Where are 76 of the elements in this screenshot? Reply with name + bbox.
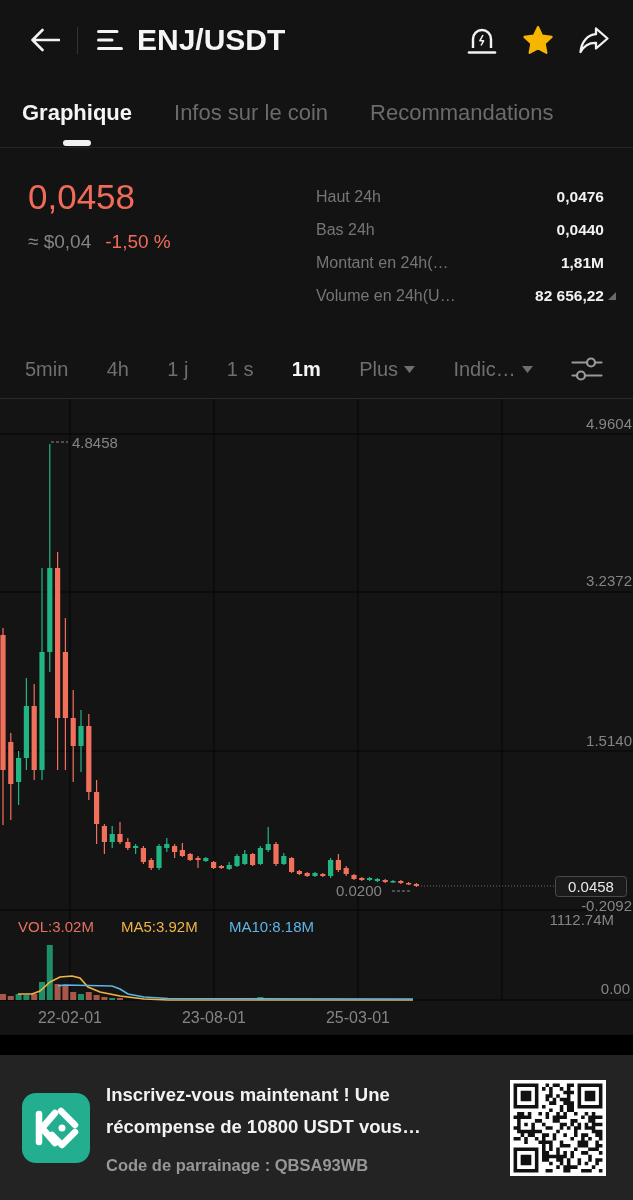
volume-legend-label: MA5:3.92M — [121, 918, 198, 935]
promo-headline: Inscrivez-vous maintenant ! Une récompense de 10800 USDT vous… — [106, 1082, 422, 1139]
low-price-label: 0.0200 — [336, 882, 382, 899]
candle — [195, 855, 201, 869]
stat-label: Bas 24h — [316, 220, 376, 239]
candle — [281, 852, 287, 866]
leader-line — [391, 890, 413, 892]
candle — [187, 852, 193, 862]
caret-icon — [521, 365, 533, 373]
candle — [203, 856, 209, 863]
interval-tab[interactable]: 1 j — [167, 357, 189, 381]
candle — [351, 873, 357, 881]
stat-label: Volume en 24h(U… — [316, 286, 457, 305]
stat-value: 0,0440 — [556, 220, 604, 239]
volume-legend-label: MA10:8.18M — [229, 918, 315, 935]
candle — [164, 837, 170, 853]
candle — [117, 821, 123, 845]
candle — [78, 709, 84, 773]
pair-title: ENJ/USDT — [137, 23, 286, 57]
candle — [359, 876, 365, 882]
candle — [242, 849, 248, 866]
candle — [312, 871, 318, 878]
settings-icon[interactable] — [571, 356, 603, 382]
high-price-label: 4.8458 — [72, 434, 118, 451]
price-axis-label: 3.2372 — [586, 572, 632, 589]
price-change: -1,50 % — [105, 232, 171, 252]
last-price-badge: 0.0458 — [555, 876, 627, 897]
candle — [398, 879, 404, 885]
price-axis-label: 4.9604 — [586, 415, 632, 432]
volume-axis-label: 1112.74M — [549, 911, 614, 928]
candle — [156, 843, 162, 871]
volume-legend-label: VOL:3.02M — [18, 918, 94, 935]
candle — [148, 857, 154, 871]
candle — [265, 826, 271, 853]
candle — [273, 841, 279, 867]
stat-value: 82 656,22 — [535, 286, 604, 305]
triangle-icon[interactable] — [608, 291, 616, 300]
stat-label: Haut 24h — [316, 187, 382, 206]
leader-line — [50, 441, 69, 443]
tab[interactable]: Graphique — [22, 80, 132, 147]
fiat-price: ≈ $0,04 — [28, 232, 92, 252]
candle — [125, 837, 131, 851]
candle — [320, 872, 326, 878]
interval-tab[interactable]: Plus — [359, 357, 416, 381]
price-axis-label: -0.2092 — [581, 897, 632, 914]
date-axis-label: 22-02-01 — [38, 1009, 102, 1026]
candle — [390, 879, 396, 884]
last-price: 0,0458 — [28, 177, 137, 217]
stat-value: 0,0476 — [556, 187, 604, 206]
interval-tab[interactable]: 1 s — [226, 357, 254, 381]
volume-axis-label: 0.00 — [600, 980, 630, 997]
date-axis-label: 23-08-01 — [182, 1009, 246, 1026]
tab[interactable]: Infos sur le coin — [174, 80, 329, 147]
candle — [382, 878, 388, 884]
referral-code: Code de parrainage : QBSA93WB — [106, 1154, 370, 1176]
interval-tab[interactable]: 4h — [106, 357, 129, 381]
candle — [343, 865, 349, 877]
caret-icon — [404, 365, 416, 373]
stat-value: 1,81M — [560, 253, 604, 272]
menu-icon[interactable] — [97, 29, 123, 51]
candle — [304, 871, 310, 878]
star-icon[interactable] — [522, 25, 554, 55]
interval-tab[interactable]: 5min — [25, 357, 69, 381]
price-axis-label: 1.5140 — [586, 732, 632, 749]
interval-tab[interactable]: 1m — [291, 357, 321, 381]
volume-bar — [257, 997, 264, 1000]
candle — [226, 861, 232, 871]
app-logo-icon — [22, 1092, 90, 1163]
candle — [234, 853, 240, 868]
interval-tab[interactable]: Indic… — [453, 357, 533, 381]
candle — [109, 825, 115, 849]
tab[interactable]: Recommandations — [370, 80, 554, 147]
date-axis-label: 25-03-01 — [326, 1009, 390, 1026]
back-icon[interactable] — [30, 28, 60, 52]
share-icon[interactable] — [578, 24, 610, 56]
stat-label: Montant en 24h(… — [316, 253, 450, 272]
